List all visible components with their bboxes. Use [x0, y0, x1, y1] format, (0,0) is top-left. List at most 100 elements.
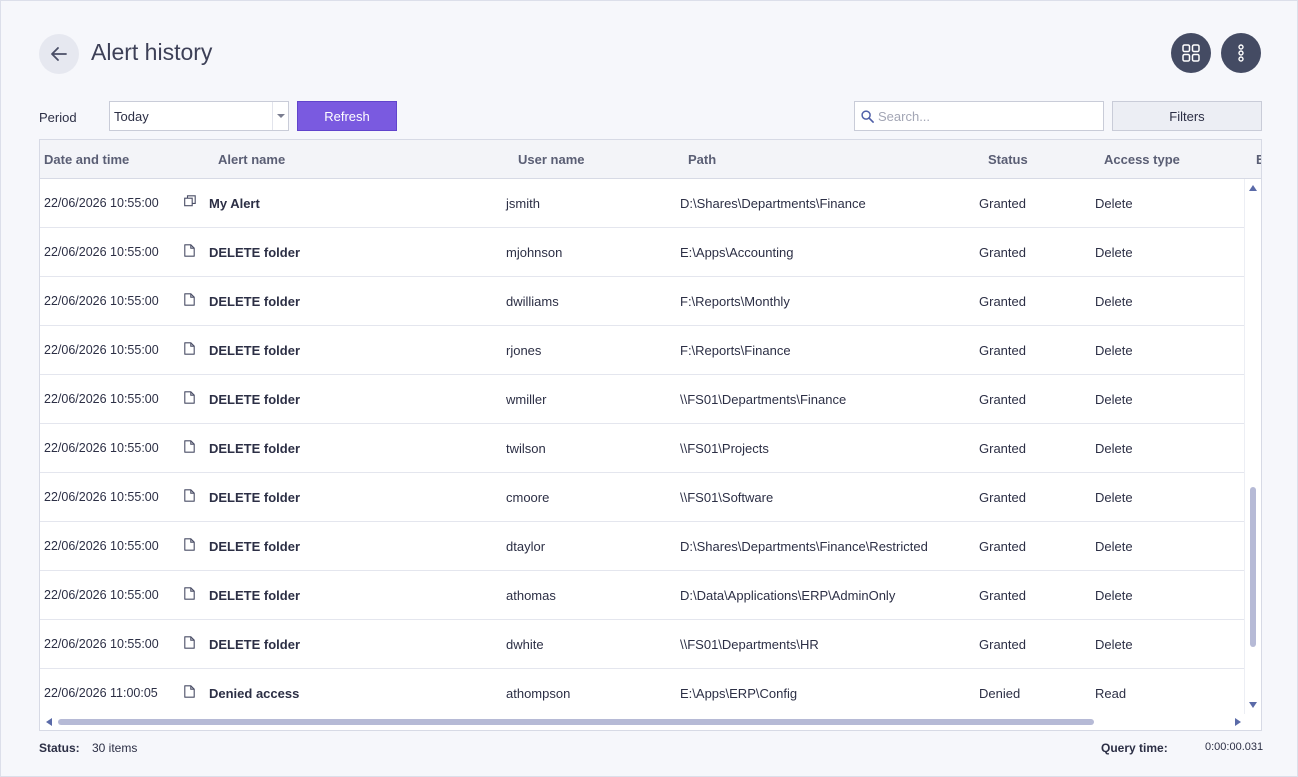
scroll-up-arrow-icon[interactable] [1249, 185, 1257, 191]
table-row[interactable]: 22/06/2026 10:55:00 DELETE folder dwilliam… [40, 277, 1244, 326]
cell-alert-name: DELETE folder [209, 588, 301, 603]
table-row[interactable]: 22/06/2026 10:55:00 DELETE folder wmiller \… [40, 375, 1244, 424]
table-row[interactable]: 22/06/2026 10:55:00 DELETE folder mjohnson… [40, 228, 1244, 277]
cell-status: Granted [979, 588, 1026, 603]
cell-alert-name: My Alert [209, 196, 260, 211]
cell-datetime: 22/06/2026 10:55:00 [44, 637, 159, 651]
cell-alert-name: DELETE folder [209, 539, 301, 554]
document-icon [184, 636, 195, 652]
cell-user-name: athompson [506, 686, 571, 701]
cell-status: Granted [979, 441, 1026, 456]
table-row[interactable]: 22/06/2026 10:55:00 DELETE folder rjones F:… [40, 326, 1244, 375]
cell-alert-name: DELETE folder [209, 294, 301, 309]
document-icon [184, 489, 195, 505]
cell-path: F:\Reports\Finance [680, 343, 791, 358]
document-icon [184, 293, 195, 309]
table-row[interactable]: 22/06/2026 10:55:00 DELETE folder cmoore \\… [40, 473, 1244, 522]
cell-user-name: dtaylor [506, 539, 546, 554]
copy-icon [184, 195, 196, 210]
table-row[interactable]: 22/06/2026 10:55:00 DELETE folder twilson \… [40, 424, 1244, 473]
period-select[interactable]: Today [109, 101, 289, 131]
cell-datetime: 22/06/2026 10:55:00 [44, 245, 159, 259]
cell-status: Granted [979, 294, 1026, 309]
cell-user-name: athomas [506, 588, 556, 603]
cell-access-type: Delete [1095, 343, 1133, 358]
cell-status: Granted [979, 343, 1026, 358]
table-row[interactable]: 22/06/2026 10:55:00 DELETE folder athomas D… [40, 571, 1244, 620]
refresh-button[interactable]: Refresh [297, 101, 397, 131]
alert-history-window: Alert history Period Today Refresh Filte… [0, 0, 1298, 777]
cell-alert-name: DELETE folder [209, 441, 301, 456]
cell-user-name: jsmith [506, 196, 540, 211]
cell-status: Granted [979, 637, 1026, 652]
vertical-scrollbar[interactable] [1244, 179, 1261, 714]
back-button[interactable] [39, 34, 79, 74]
cell-status: Granted [979, 196, 1026, 211]
cell-path: D:\Shares\Departments\Finance [680, 196, 866, 211]
scroll-right-arrow-icon[interactable] [1235, 718, 1241, 726]
search-box [854, 101, 1104, 131]
cell-user-name: dwilliams [506, 294, 559, 309]
document-icon [184, 685, 195, 701]
cell-status: Granted [979, 245, 1026, 260]
cell-path: \\FS01\Departments\Finance [680, 392, 847, 407]
cell-access-type: Delete [1095, 490, 1133, 505]
cell-access-type: Delete [1095, 392, 1133, 407]
filters-button[interactable]: Filters [1112, 101, 1262, 131]
document-icon [184, 342, 195, 358]
alerts-table: Date and time Alert name User name Path … [39, 139, 1262, 731]
document-icon [184, 587, 195, 603]
table-row[interactable]: 22/06/2026 10:55:00 DELETE folder dwhite \\… [40, 620, 1244, 669]
cell-path: F:\Reports\Monthly [680, 294, 790, 309]
scroll-left-arrow-icon[interactable] [46, 718, 52, 726]
period-select-value: Today [114, 109, 149, 124]
column-header-alert-name[interactable]: Alert name [218, 152, 285, 167]
cell-status: Granted [979, 490, 1026, 505]
cell-datetime: 22/06/2026 10:55:00 [44, 392, 159, 406]
cell-path: D:\Data\Applications\ERP\AdminOnly [680, 588, 896, 603]
cell-path: \\FS01\Projects [680, 441, 769, 456]
cell-status: Denied [979, 686, 1021, 701]
column-header-extra[interactable]: E [1256, 152, 1261, 167]
column-header-access-type[interactable]: Access type [1104, 152, 1180, 167]
cell-alert-name: DELETE folder [209, 245, 301, 260]
cell-user-name: twilson [506, 441, 546, 456]
table-body: 22/06/2026 10:55:00 My Alert jsmith D:\Shar… [40, 179, 1244, 714]
cell-path: \\FS01\Software [680, 490, 774, 505]
cell-alert-name: DELETE folder [209, 343, 301, 358]
cell-alert-name: Denied access [209, 686, 300, 701]
cell-user-name: wmiller [506, 392, 547, 407]
cell-status: Granted [979, 392, 1026, 407]
query-time-label: Query time: [1101, 741, 1168, 755]
page-title: Alert history [91, 39, 213, 65]
column-header-datetime[interactable]: Date and time [44, 152, 129, 167]
cell-access-type: Delete [1095, 245, 1133, 260]
document-icon [184, 440, 195, 456]
cell-datetime: 22/06/2026 10:55:00 [44, 539, 159, 553]
status-item-count: 30 items [92, 741, 138, 755]
column-header-user-name[interactable]: User name [518, 152, 584, 167]
search-input[interactable] [878, 108, 1098, 124]
cell-path: E:\Apps\ERP\Config [680, 686, 798, 701]
column-header-status[interactable]: Status [988, 152, 1028, 167]
table-header: Date and time Alert name User name Path … [40, 140, 1261, 179]
cell-datetime: 22/06/2026 10:55:00 [44, 441, 159, 455]
query-time-value: 0:00:00.031 [1205, 741, 1264, 753]
cell-user-name: dwhite [506, 637, 544, 652]
cell-access-type: Delete [1095, 294, 1133, 309]
more-options-button[interactable] [1221, 33, 1261, 73]
cell-alert-name: DELETE folder [209, 637, 301, 652]
cell-user-name: cmoore [506, 490, 550, 505]
table-row[interactable]: 22/06/2026 10:55:00 DELETE folder dtaylor D… [40, 522, 1244, 571]
column-header-path[interactable]: Path [688, 152, 716, 167]
vertical-scroll-thumb[interactable] [1250, 487, 1256, 647]
horizontal-scroll-thumb[interactable] [58, 719, 1094, 725]
table-row[interactable]: 22/06/2026 10:55:00 My Alert jsmith D:\Shar… [40, 179, 1244, 228]
cell-alert-name: DELETE folder [209, 392, 301, 407]
horizontal-scrollbar[interactable] [40, 714, 1261, 730]
grid-view-button[interactable] [1171, 33, 1211, 73]
scroll-down-arrow-icon[interactable] [1249, 702, 1257, 708]
table-row[interactable]: 22/06/2026 11:00:05 Denied access athompso… [40, 669, 1244, 714]
cell-alert-name: DELETE folder [209, 490, 301, 505]
cell-access-type: Delete [1095, 539, 1133, 554]
